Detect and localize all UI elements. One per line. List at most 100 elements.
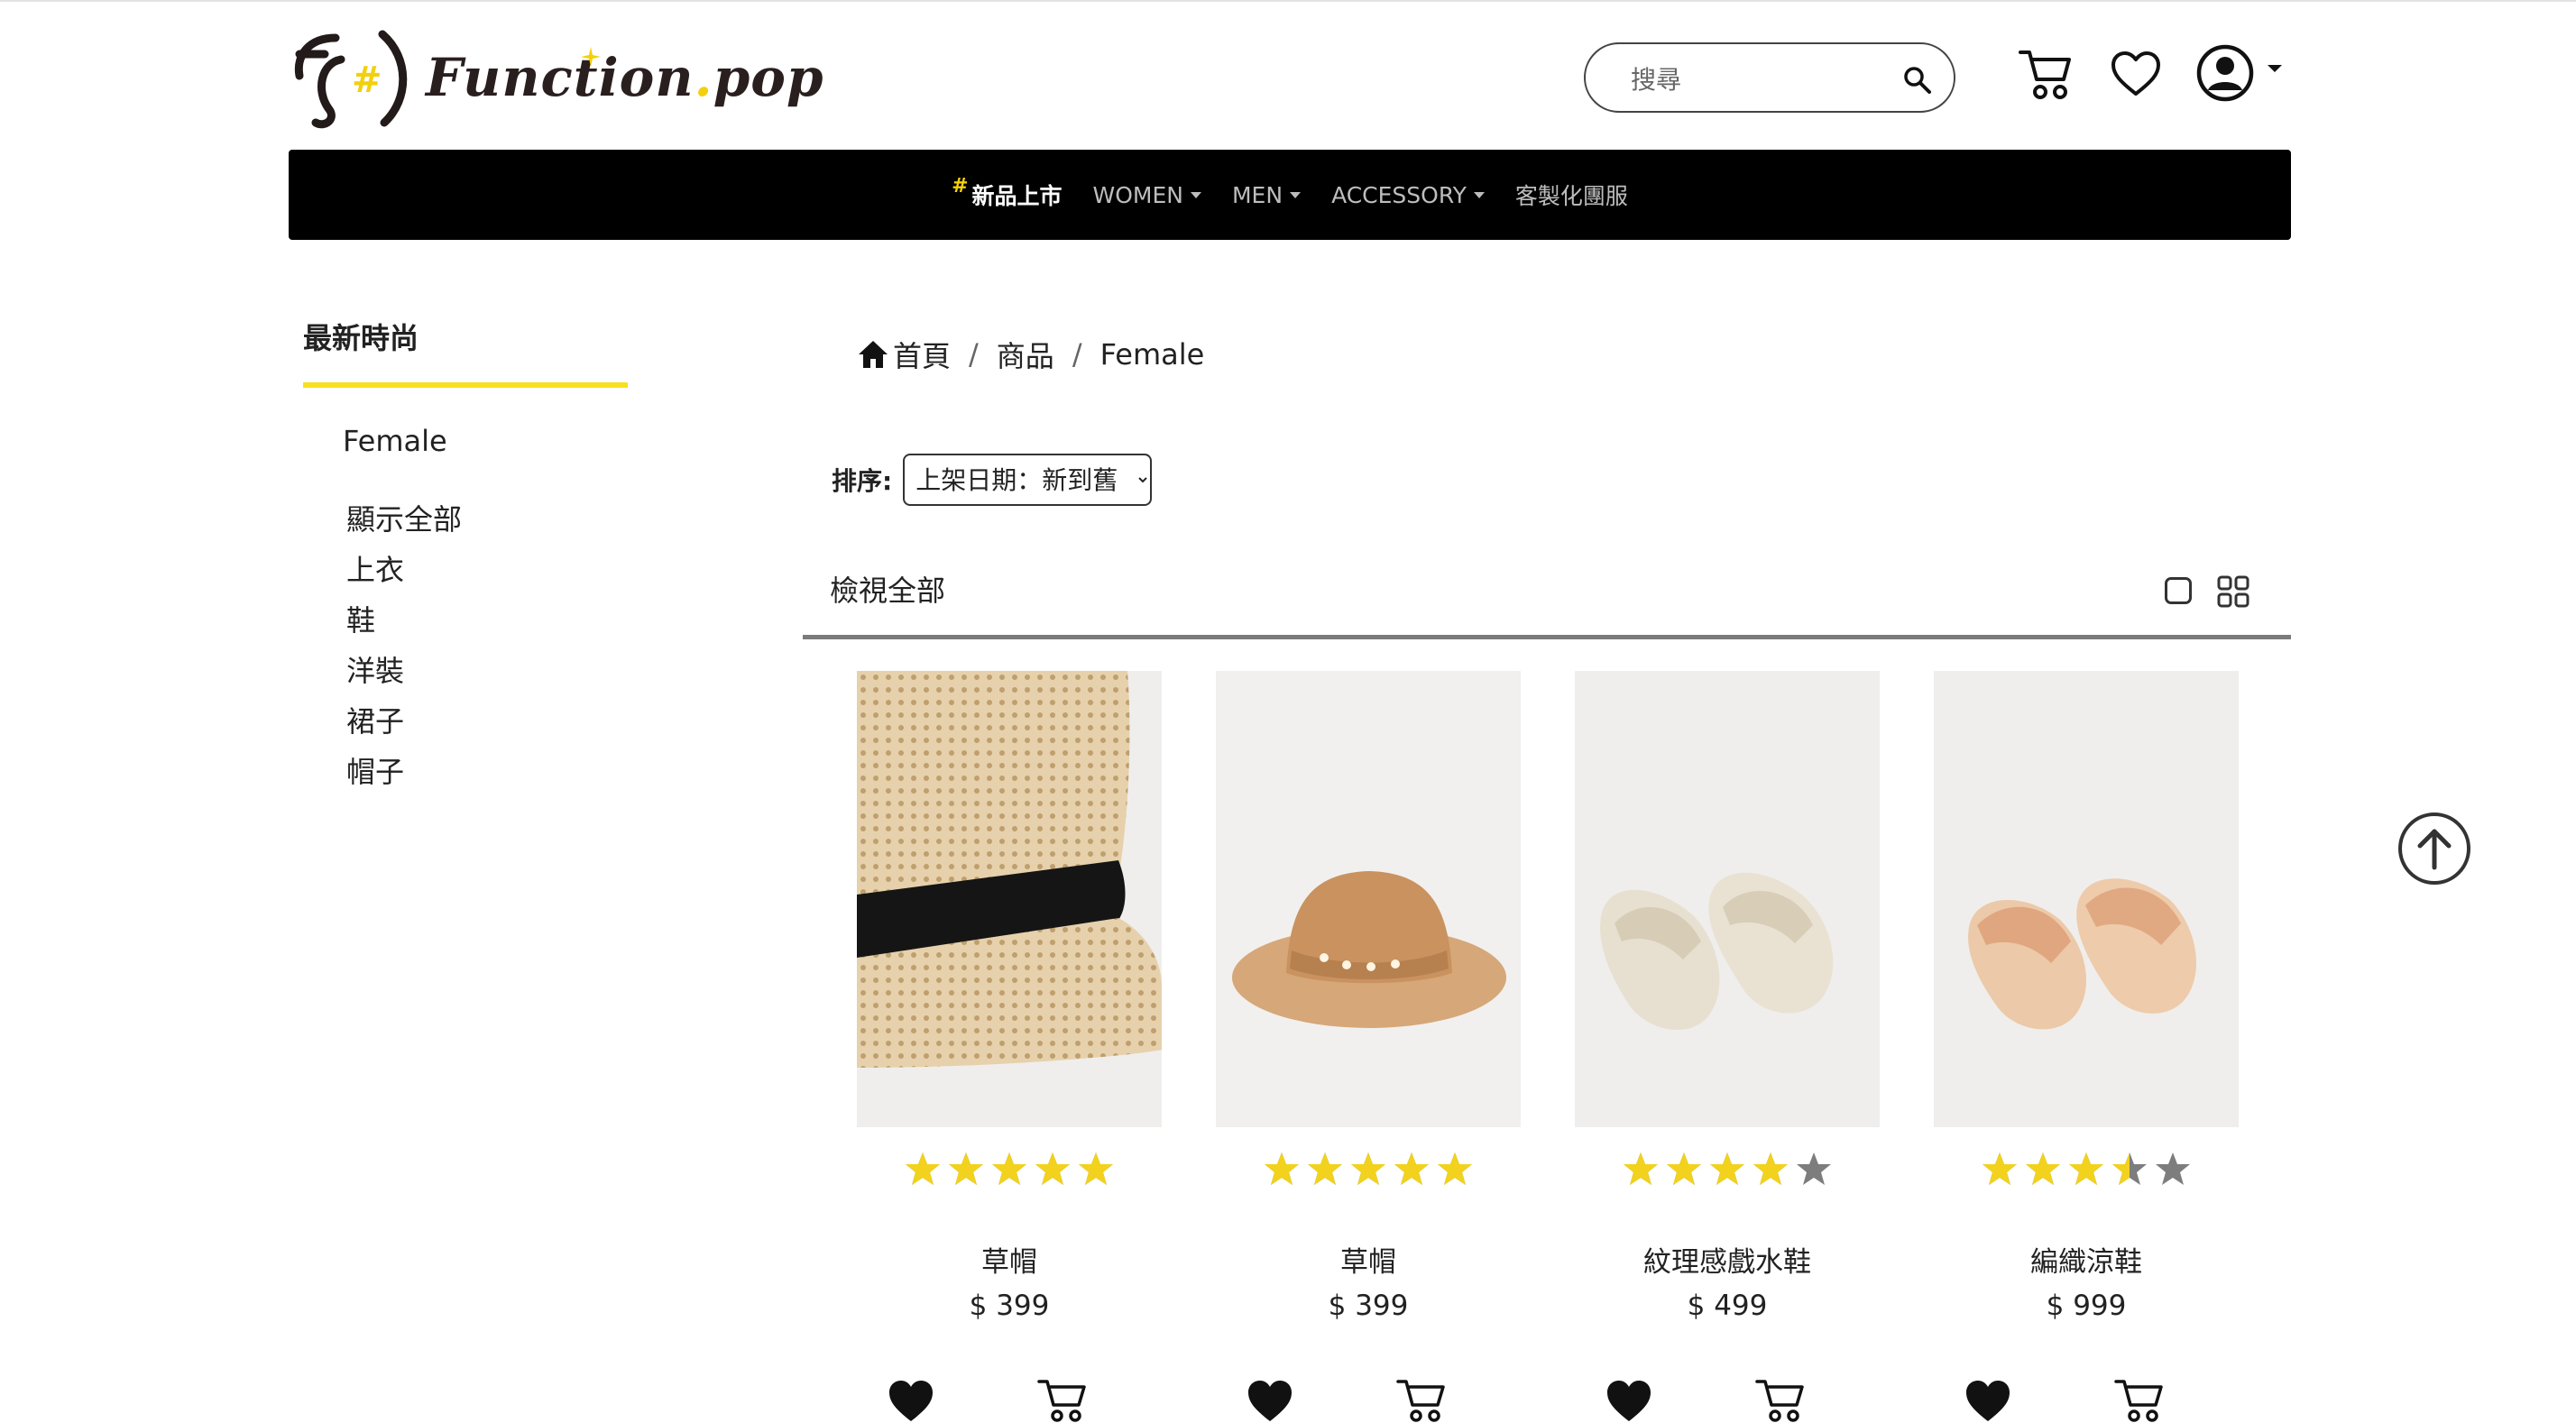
chevron-down-icon [1190, 191, 1201, 198]
star-icon [992, 1152, 1026, 1185]
sidebar-item-skirts[interactable]: 裙子 [346, 700, 462, 750]
product-image[interactable] [1575, 671, 1880, 1127]
product-price: $ 999 [2046, 1290, 2127, 1322]
star-icon [1394, 1152, 1429, 1185]
star-icon [2156, 1152, 2190, 1185]
star-icon [1438, 1152, 1472, 1185]
search-box[interactable] [1584, 42, 1955, 113]
star-icon [1624, 1152, 1658, 1185]
search-icon[interactable] [1901, 64, 1932, 95]
product-name[interactable]: 草帽 [1216, 1239, 1521, 1280]
star-icon [1035, 1152, 1070, 1185]
nav-item-women[interactable]: WOMEN [1093, 182, 1201, 208]
search-input[interactable] [1629, 59, 1894, 100]
brand-wordmark: Function.pop [426, 47, 824, 108]
sort-select[interactable]: 上架日期：新到舊 [903, 454, 1153, 506]
product-image[interactable] [1934, 671, 2239, 1127]
favorite-heart-icon[interactable] [1247, 1380, 1293, 1423]
breadcrumb-products[interactable]: 商品 [997, 334, 1054, 375]
sidebar-item-shoes[interactable]: 鞋 [346, 599, 462, 649]
add-to-cart-icon[interactable] [2114, 1378, 2165, 1423]
star-icon [1753, 1152, 1788, 1185]
star-icon [2112, 1152, 2147, 1185]
heart-icon[interactable] [2111, 50, 2161, 97]
star-icon [1079, 1152, 1113, 1185]
nav-item-label: 新品上市 [971, 183, 1063, 209]
product-price: $ 499 [1687, 1290, 1768, 1322]
grid-view-icon[interactable] [2217, 575, 2249, 608]
main-navbar: # 新品上市 WOMEN MEN ACCESSORY 客製化團服 [289, 150, 2291, 240]
sparkle-icon [581, 47, 601, 67]
user-dropdown-caret-icon[interactable] [2266, 63, 2284, 74]
list-divider [803, 635, 2291, 639]
star-icon [1983, 1152, 2017, 1185]
sidebar-item-tops[interactable]: 上衣 [346, 548, 462, 599]
favorite-heart-icon[interactable] [1964, 1380, 2011, 1423]
star-icon [2026, 1152, 2060, 1185]
rating-stars [1216, 1151, 1521, 1187]
sidebar-title-underline [303, 382, 628, 388]
sidebar-item-show-all[interactable]: 顯示全部 [346, 498, 462, 548]
star-icon [1710, 1152, 1744, 1185]
cart-icon[interactable] [2017, 47, 2075, 101]
product-name[interactable]: 編織涼鞋 [1934, 1239, 2239, 1280]
nav-item-label: 客製化團服 [1514, 183, 1628, 209]
view-all-heading[interactable]: 檢視全部 [830, 568, 945, 610]
svg-text:#: # [352, 60, 382, 101]
breadcrumb-current: Female [1099, 337, 1205, 372]
product-image[interactable] [857, 671, 1162, 1127]
brand-logo[interactable]: # Function.pop [289, 22, 823, 130]
sidebar-list: 顯示全部 上衣 鞋 洋裝 裙子 帽子 [346, 498, 462, 801]
nav-item-new-arrivals[interactable]: # 新品上市 [952, 175, 1063, 211]
breadcrumb-separator: / [969, 337, 979, 372]
home-icon[interactable] [857, 339, 889, 370]
product-name[interactable]: 紋理感戲水鞋 [1575, 1239, 1880, 1280]
single-view-icon[interactable] [2165, 577, 2192, 604]
breadcrumb-separator: / [1072, 337, 1082, 372]
chevron-down-icon [1473, 191, 1485, 198]
nav-item-accessory[interactable]: ACCESSORY [1331, 182, 1485, 208]
add-to-cart-icon[interactable] [1396, 1378, 1447, 1423]
star-icon [949, 1152, 983, 1185]
brand-name: Function [426, 47, 695, 108]
star-icon [906, 1152, 940, 1185]
product-name[interactable]: 草帽 [857, 1239, 1162, 1280]
brand-suffix: pop [713, 47, 824, 108]
product-price: $ 399 [1328, 1290, 1409, 1322]
star-icon [1797, 1152, 1831, 1185]
logo-mark-icon: # [294, 30, 408, 129]
rating-stars [1934, 1151, 2239, 1187]
breadcrumb-home[interactable]: 首頁 [893, 334, 951, 375]
hash-icon: # [952, 174, 969, 197]
sort-control: 排序: 上架日期：新到舊 [832, 454, 1153, 506]
brand-dot: . [694, 47, 713, 108]
nav-item-men[interactable]: MEN [1231, 181, 1302, 208]
nav-item-label: MEN [1231, 181, 1283, 208]
nav-item-custom-uniform[interactable]: 客製化團服 [1515, 179, 1628, 211]
star-icon [1351, 1152, 1385, 1185]
product-price: $ 399 [969, 1290, 1050, 1322]
favorite-heart-icon[interactable] [1605, 1380, 1652, 1423]
star-icon [1667, 1152, 1701, 1185]
top-border [0, 0, 2576, 2]
star-icon [2069, 1152, 2103, 1185]
rating-stars [1575, 1151, 1880, 1187]
sidebar-title: 最新時尚 [303, 321, 419, 355]
user-account-icon[interactable] [2195, 43, 2255, 103]
rating-stars [857, 1151, 1162, 1187]
product-image[interactable] [1216, 671, 1521, 1127]
nav-item-label: ACCESSORY [1331, 181, 1467, 208]
favorite-heart-icon[interactable] [888, 1380, 934, 1423]
sidebar-item-hats[interactable]: 帽子 [346, 750, 462, 801]
chevron-down-icon [1290, 191, 1302, 198]
add-to-cart-icon[interactable] [1755, 1378, 1806, 1423]
sort-label: 排序: [832, 466, 893, 496]
star-icon [1265, 1152, 1299, 1185]
sidebar-category[interactable]: Female [343, 424, 447, 458]
nav-item-label: WOMEN [1092, 181, 1183, 208]
star-icon [1308, 1152, 1342, 1185]
sidebar-item-dresses[interactable]: 洋裝 [346, 649, 462, 700]
breadcrumb: 首頁 / 商品 / Female [857, 334, 1204, 375]
add-to-cart-icon[interactable] [1037, 1378, 1088, 1423]
back-to-top-button[interactable] [2397, 812, 2471, 886]
